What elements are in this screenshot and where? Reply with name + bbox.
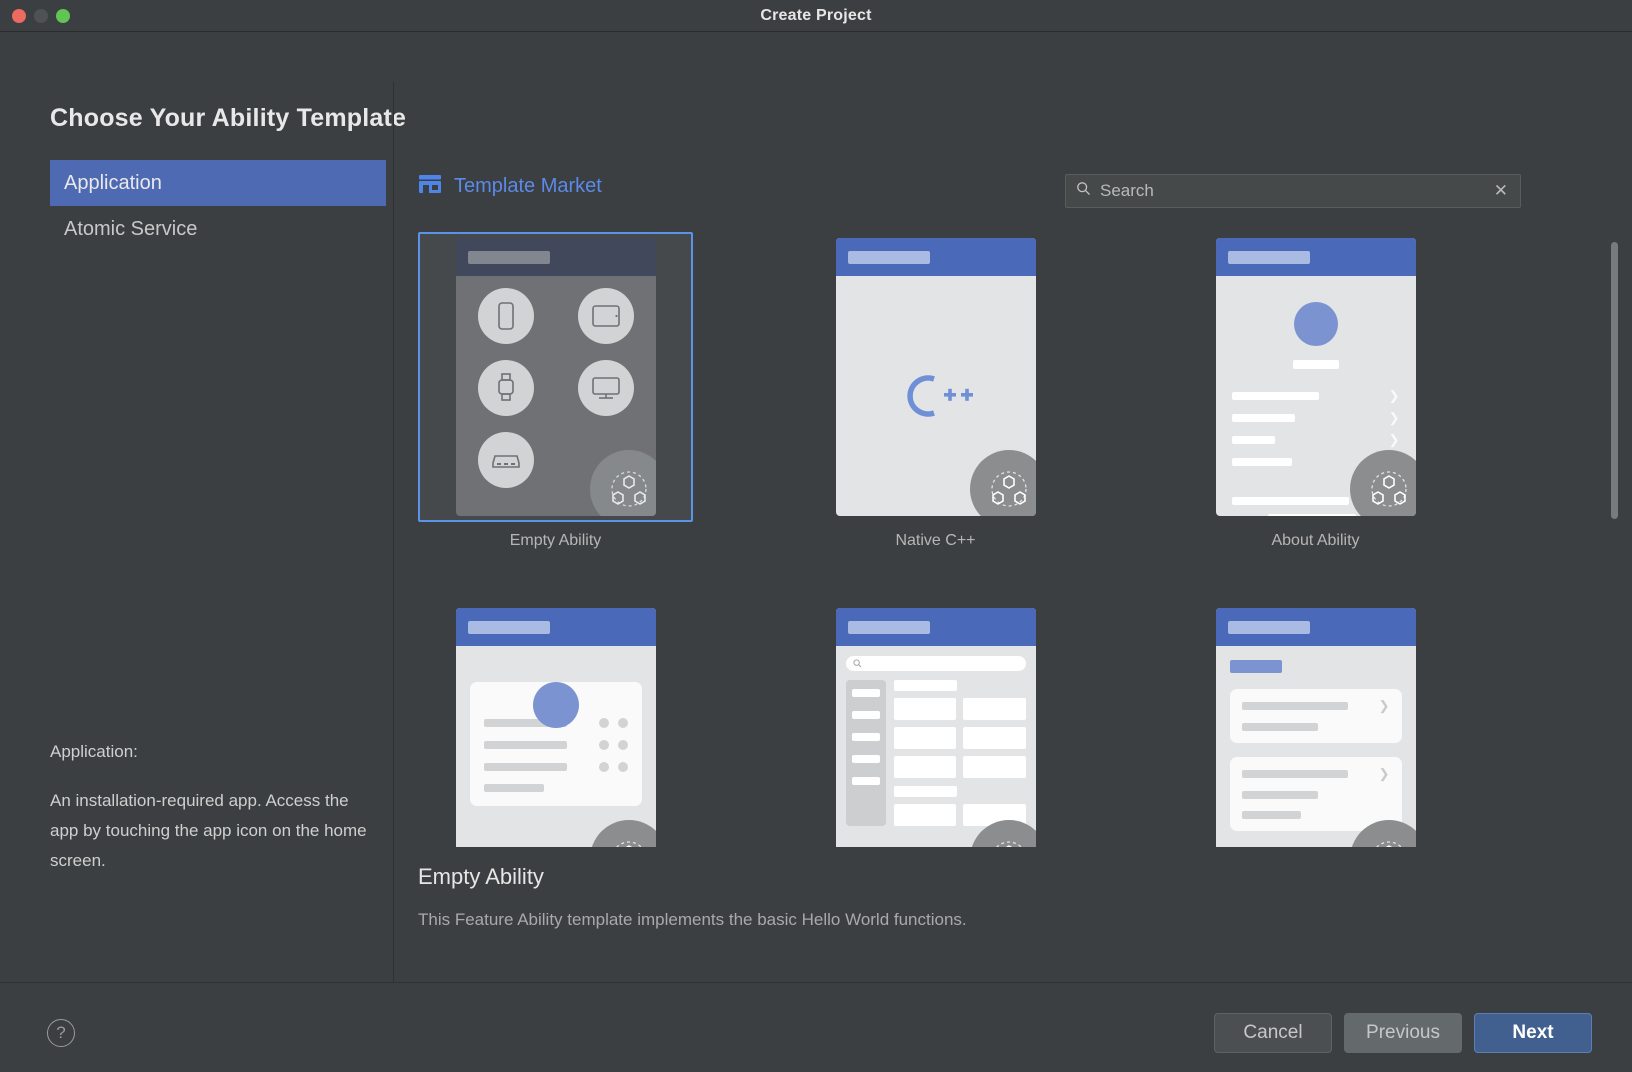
sidebar-item-atomic-service[interactable]: Atomic Service [50, 206, 386, 252]
profile-preview [455, 608, 656, 847]
chevron-right-icon: ❯ [1388, 388, 1400, 403]
template-thumbnail: ❯ ❯ [1178, 602, 1453, 847]
preview-app-bar [1215, 608, 1416, 646]
sidebar-item-label: Application [64, 171, 162, 194]
template-card-profile[interactable] [418, 602, 693, 847]
sidebar-item-application[interactable]: Application [50, 160, 386, 206]
template-market-link[interactable]: Template Market [418, 174, 602, 199]
dialog-body: Choose Your Ability Template Application… [0, 32, 1632, 1072]
chevron-right-icon: ❯ [1378, 698, 1390, 713]
template-thumbnail [798, 602, 1073, 847]
previous-button[interactable]: Previous [1344, 1013, 1462, 1053]
tv-icon [577, 360, 634, 416]
title-bar: Create Project [0, 0, 1632, 32]
dialog-footer: ? Cancel Previous Next CSDN @Vermouth_00 [0, 982, 1632, 1072]
preview-app-bar [1215, 238, 1416, 276]
template-label: Empty Ability [509, 532, 602, 549]
window-title: Create Project [760, 6, 872, 24]
create-project-dialog: Create Project Choose Your Ability Templ… [0, 0, 1632, 1072]
selected-template-info: Empty Ability This Feature Ability templ… [418, 864, 967, 930]
car-icon [477, 432, 534, 488]
empty-ability-preview [455, 238, 656, 516]
phone-icon [477, 288, 534, 344]
template-label: About Ability [1271, 532, 1360, 549]
window-controls [12, 0, 70, 32]
minimize-window-button[interactable] [34, 9, 48, 23]
zoom-window-button[interactable] [56, 9, 70, 23]
chevron-right-icon: ❯ [1388, 410, 1400, 425]
sidebar-description-body: An installation-required app. Access the… [50, 791, 367, 870]
template-card-native-cpp[interactable]: Native C++ [798, 232, 1073, 550]
selected-template-description: This Feature Ability template implements… [418, 910, 967, 929]
template-grid-container: Empty Ability Native C++ ❯ ❯ ❯ About Abi… [395, 232, 1632, 847]
template-market-label: Template Market [454, 175, 602, 197]
chevron-right-icon: ❯ [1388, 432, 1400, 447]
clear-search-icon[interactable]: ✕ [1492, 181, 1510, 201]
template-thumbnail [418, 602, 693, 847]
about-ability-preview: ❯ ❯ ❯ ❯ [1215, 238, 1416, 516]
selected-template-title: Empty Ability [418, 864, 544, 889]
settings-preview: ❯ ❯ [1215, 608, 1416, 847]
template-thumbnail [798, 232, 1073, 522]
help-icon[interactable]: ? [47, 1019, 75, 1047]
watch-icon [477, 360, 534, 416]
avatar [1293, 302, 1338, 346]
search-icon [1076, 181, 1091, 201]
catalog-preview [835, 608, 1036, 847]
search-field[interactable]: ✕ [1065, 174, 1521, 208]
template-thumbnail: ❯ ❯ ❯ ❯ [1178, 232, 1453, 522]
native-cpp-preview [835, 238, 1036, 516]
template-grid-scrollbar[interactable] [1611, 242, 1618, 519]
template-card-settings[interactable]: ❯ ❯ [1178, 602, 1453, 847]
storefront-icon [418, 174, 442, 199]
settings-group: ❯ [1229, 689, 1402, 743]
avatar [532, 682, 579, 728]
template-card-empty-ability[interactable]: Empty Ability [418, 232, 693, 550]
template-thumbnail [418, 232, 693, 522]
template-card-catalog[interactable] [798, 602, 1073, 847]
next-button[interactable]: Next [1474, 1013, 1592, 1053]
section-chip [1229, 660, 1282, 673]
preview-app-bar [835, 608, 1036, 646]
preview-app-bar [455, 608, 656, 646]
tablet-icon [577, 288, 634, 344]
preview-app-bar [835, 238, 1036, 276]
catalog-sidebar [845, 680, 886, 826]
settings-group: ❯ [1229, 757, 1402, 831]
preview-search-bar [845, 656, 1026, 671]
cancel-button[interactable]: Cancel [1214, 1013, 1332, 1053]
footer-buttons: Cancel Previous Next [1214, 1013, 1592, 1053]
template-card-about-ability[interactable]: ❯ ❯ ❯ ❯ [1178, 232, 1453, 550]
template-panel: Template Market ✕ [395, 82, 1632, 982]
template-label: Native C++ [895, 532, 976, 549]
sidebar-description: Application: An installation-required ap… [50, 742, 370, 876]
preview-app-bar [455, 238, 656, 276]
catalog-grid [893, 680, 1026, 826]
sidebar-description-title: Application: [50, 742, 138, 761]
sidebar: Application Atomic Service Application: … [0, 82, 394, 982]
template-grid: Empty Ability Native C++ ❯ ❯ ❯ About Abi… [395, 232, 1632, 847]
sidebar-item-label: Atomic Service [64, 217, 198, 240]
close-window-button[interactable] [12, 9, 26, 23]
chevron-right-icon: ❯ [1378, 766, 1390, 781]
search-input[interactable] [1100, 181, 1483, 201]
category-list: Application Atomic Service [50, 160, 386, 252]
